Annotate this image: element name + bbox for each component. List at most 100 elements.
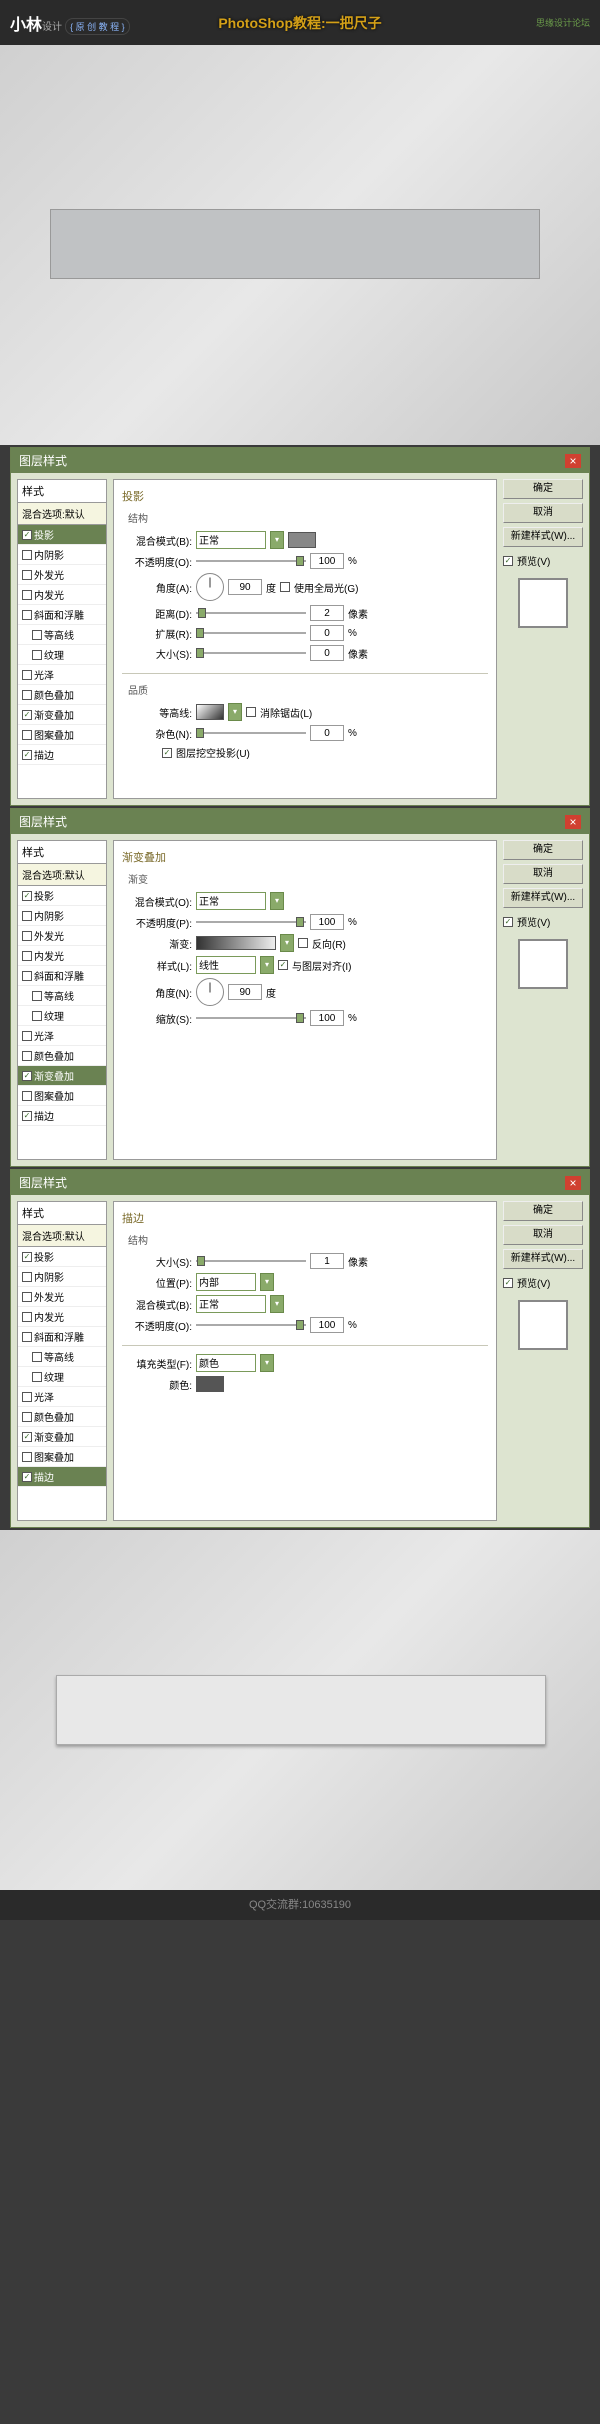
style-item-10[interactable]: 图案叠加: [18, 725, 106, 745]
style-checkbox[interactable]: [22, 1452, 32, 1462]
style-item-1[interactable]: 内阴影: [18, 1267, 106, 1287]
size-input[interactable]: [310, 1253, 344, 1269]
dialog-titlebar[interactable]: 图层样式 ×: [11, 809, 589, 834]
stroke-color-swatch[interactable]: [196, 1376, 224, 1392]
noise-input[interactable]: [310, 725, 344, 741]
style-item-5[interactable]: 等高线: [18, 986, 106, 1006]
style-checkbox[interactable]: [22, 710, 32, 720]
style-item-5[interactable]: 等高线: [18, 625, 106, 645]
ok-button[interactable]: 确定: [503, 840, 583, 860]
dialog-titlebar[interactable]: 图层样式 ×: [11, 1170, 589, 1195]
style-item-3[interactable]: 内发光: [18, 585, 106, 605]
style-checkbox[interactable]: [32, 630, 42, 640]
style-item-1[interactable]: 内阴影: [18, 906, 106, 926]
style-checkbox[interactable]: [22, 530, 32, 540]
style-item-0[interactable]: 投影: [18, 1247, 106, 1267]
preview-checkbox[interactable]: [503, 1278, 513, 1288]
style-checkbox[interactable]: [22, 730, 32, 740]
style-checkbox[interactable]: [22, 590, 32, 600]
style-item-4[interactable]: 斜面和浮雕: [18, 1327, 106, 1347]
style-checkbox[interactable]: [32, 1352, 42, 1362]
chevron-down-icon[interactable]: ▾: [260, 956, 274, 974]
blend-mode-select[interactable]: 正常: [196, 892, 266, 910]
cancel-button[interactable]: 取消: [503, 503, 583, 523]
chevron-down-icon[interactable]: ▾: [270, 531, 284, 549]
blend-options[interactable]: 混合选项:默认: [18, 503, 106, 525]
close-icon[interactable]: ×: [565, 815, 581, 829]
style-checkbox[interactable]: [22, 1272, 32, 1282]
style-checkbox[interactable]: [22, 891, 32, 901]
styles-header[interactable]: 样式: [18, 480, 106, 503]
style-item-6[interactable]: 纹理: [18, 1367, 106, 1387]
distance-slider[interactable]: [196, 609, 306, 617]
style-checkbox[interactable]: [32, 1372, 42, 1382]
style-checkbox[interactable]: [22, 1292, 32, 1302]
style-item-6[interactable]: 纹理: [18, 1006, 106, 1026]
style-checkbox[interactable]: [22, 951, 32, 961]
new-style-button[interactable]: 新建样式(W)...: [503, 1249, 583, 1269]
size-slider[interactable]: [196, 649, 306, 657]
align-checkbox[interactable]: [278, 960, 288, 970]
style-select[interactable]: 线性: [196, 956, 256, 974]
angle-dial[interactable]: [196, 978, 224, 1006]
opacity-slider[interactable]: [196, 918, 306, 926]
close-icon[interactable]: ×: [565, 454, 581, 468]
style-checkbox[interactable]: [22, 1071, 32, 1081]
chevron-down-icon[interactable]: ▾: [260, 1354, 274, 1372]
spread-input[interactable]: [310, 625, 344, 641]
antialias-checkbox[interactable]: [246, 707, 256, 717]
spread-slider[interactable]: [196, 629, 306, 637]
style-checkbox[interactable]: [22, 1091, 32, 1101]
style-checkbox[interactable]: [22, 1312, 32, 1322]
scale-input[interactable]: [310, 1010, 344, 1026]
style-item-5[interactable]: 等高线: [18, 1347, 106, 1367]
new-style-button[interactable]: 新建样式(W)...: [503, 527, 583, 547]
size-input[interactable]: [310, 645, 344, 661]
style-item-10[interactable]: 图案叠加: [18, 1086, 106, 1106]
noise-slider[interactable]: [196, 729, 306, 737]
style-item-2[interactable]: 外发光: [18, 565, 106, 585]
chevron-down-icon[interactable]: ▾: [228, 703, 242, 721]
dialog-titlebar[interactable]: 图层样式 ×: [11, 448, 589, 473]
preview-checkbox[interactable]: [503, 917, 513, 927]
style-checkbox[interactable]: [22, 1252, 32, 1262]
cancel-button[interactable]: 取消: [503, 1225, 583, 1245]
style-checkbox[interactable]: [22, 1412, 32, 1422]
style-checkbox[interactable]: [22, 570, 32, 580]
angle-input[interactable]: [228, 984, 262, 1000]
style-item-2[interactable]: 外发光: [18, 926, 106, 946]
shadow-color-swatch[interactable]: [288, 532, 316, 548]
chevron-down-icon[interactable]: ▾: [260, 1273, 274, 1291]
new-style-button[interactable]: 新建样式(W)...: [503, 888, 583, 908]
style-item-0[interactable]: 投影: [18, 525, 106, 545]
style-item-9[interactable]: 渐变叠加: [18, 705, 106, 725]
style-checkbox[interactable]: [32, 650, 42, 660]
style-item-0[interactable]: 投影: [18, 886, 106, 906]
style-item-4[interactable]: 斜面和浮雕: [18, 966, 106, 986]
style-item-6[interactable]: 纹理: [18, 645, 106, 665]
styles-header[interactable]: 样式: [18, 1202, 106, 1225]
style-item-2[interactable]: 外发光: [18, 1287, 106, 1307]
reverse-checkbox[interactable]: [298, 938, 308, 948]
style-item-3[interactable]: 内发光: [18, 1307, 106, 1327]
style-checkbox[interactable]: [22, 1051, 32, 1061]
chevron-down-icon[interactable]: ▾: [280, 934, 294, 952]
blend-mode-select[interactable]: 正常: [196, 1295, 266, 1313]
ok-button[interactable]: 确定: [503, 479, 583, 499]
chevron-down-icon[interactable]: ▾: [270, 1295, 284, 1313]
gradient-picker[interactable]: [196, 936, 276, 950]
position-select[interactable]: 内部: [196, 1273, 256, 1291]
style-item-3[interactable]: 内发光: [18, 946, 106, 966]
style-checkbox[interactable]: [22, 1332, 32, 1342]
style-checkbox[interactable]: [22, 971, 32, 981]
global-light-checkbox[interactable]: [280, 582, 290, 592]
cancel-button[interactable]: 取消: [503, 864, 583, 884]
style-item-8[interactable]: 颜色叠加: [18, 685, 106, 705]
style-item-9[interactable]: 渐变叠加: [18, 1066, 106, 1086]
style-checkbox[interactable]: [22, 1392, 32, 1402]
opacity-slider[interactable]: [196, 1321, 306, 1329]
scale-slider[interactable]: [196, 1014, 306, 1022]
style-item-9[interactable]: 渐变叠加: [18, 1427, 106, 1447]
style-item-7[interactable]: 光泽: [18, 1026, 106, 1046]
knockout-checkbox[interactable]: [162, 748, 172, 758]
